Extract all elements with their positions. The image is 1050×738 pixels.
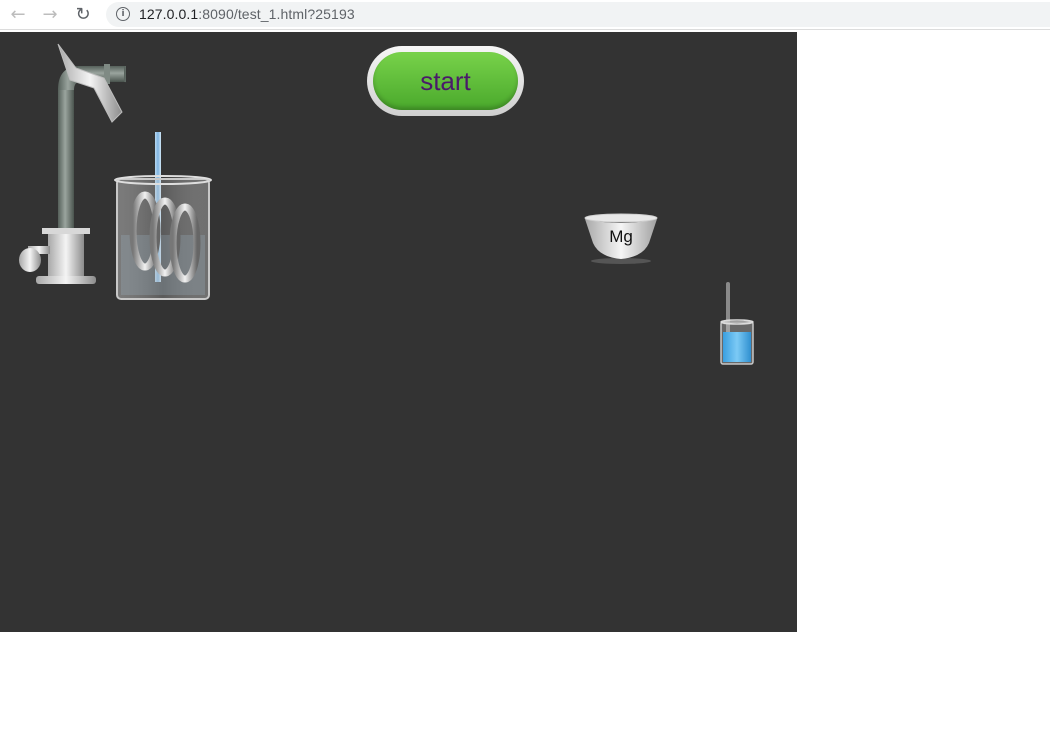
arrow-left-icon: ← <box>10 3 26 25</box>
mg-bowl[interactable]: Mg <box>583 213 659 265</box>
browser-toolbar: ← → ↻ i 127.0.0.1:8090/test_1.html?25193 <box>0 0 1050 30</box>
reload-icon: ↻ <box>75 3 91 25</box>
back-button[interactable]: ← <box>6 3 30 25</box>
start-button[interactable]: start <box>367 46 524 116</box>
experiment-stage: start Mg <box>0 32 797 632</box>
coil-beaker-icon[interactable] <box>113 175 213 303</box>
url-text: 127.0.0.1:8090/test_1.html?25193 <box>139 6 355 22</box>
url-host: 127.0.0.1 <box>139 6 199 22</box>
bowl-label: Mg <box>609 227 633 246</box>
address-bar[interactable]: i 127.0.0.1:8090/test_1.html?25193 <box>106 2 1050 27</box>
faucet-icon[interactable] <box>14 40 126 290</box>
liquid-beaker-icon[interactable] <box>718 280 756 366</box>
url-path: :8090/test_1.html?25193 <box>198 6 355 22</box>
start-button-label: start <box>373 52 518 110</box>
reload-button[interactable]: ↻ <box>71 3 95 25</box>
arrow-right-icon: → <box>42 3 58 25</box>
forward-button[interactable]: → <box>38 3 62 25</box>
info-icon[interactable]: i <box>116 7 130 21</box>
